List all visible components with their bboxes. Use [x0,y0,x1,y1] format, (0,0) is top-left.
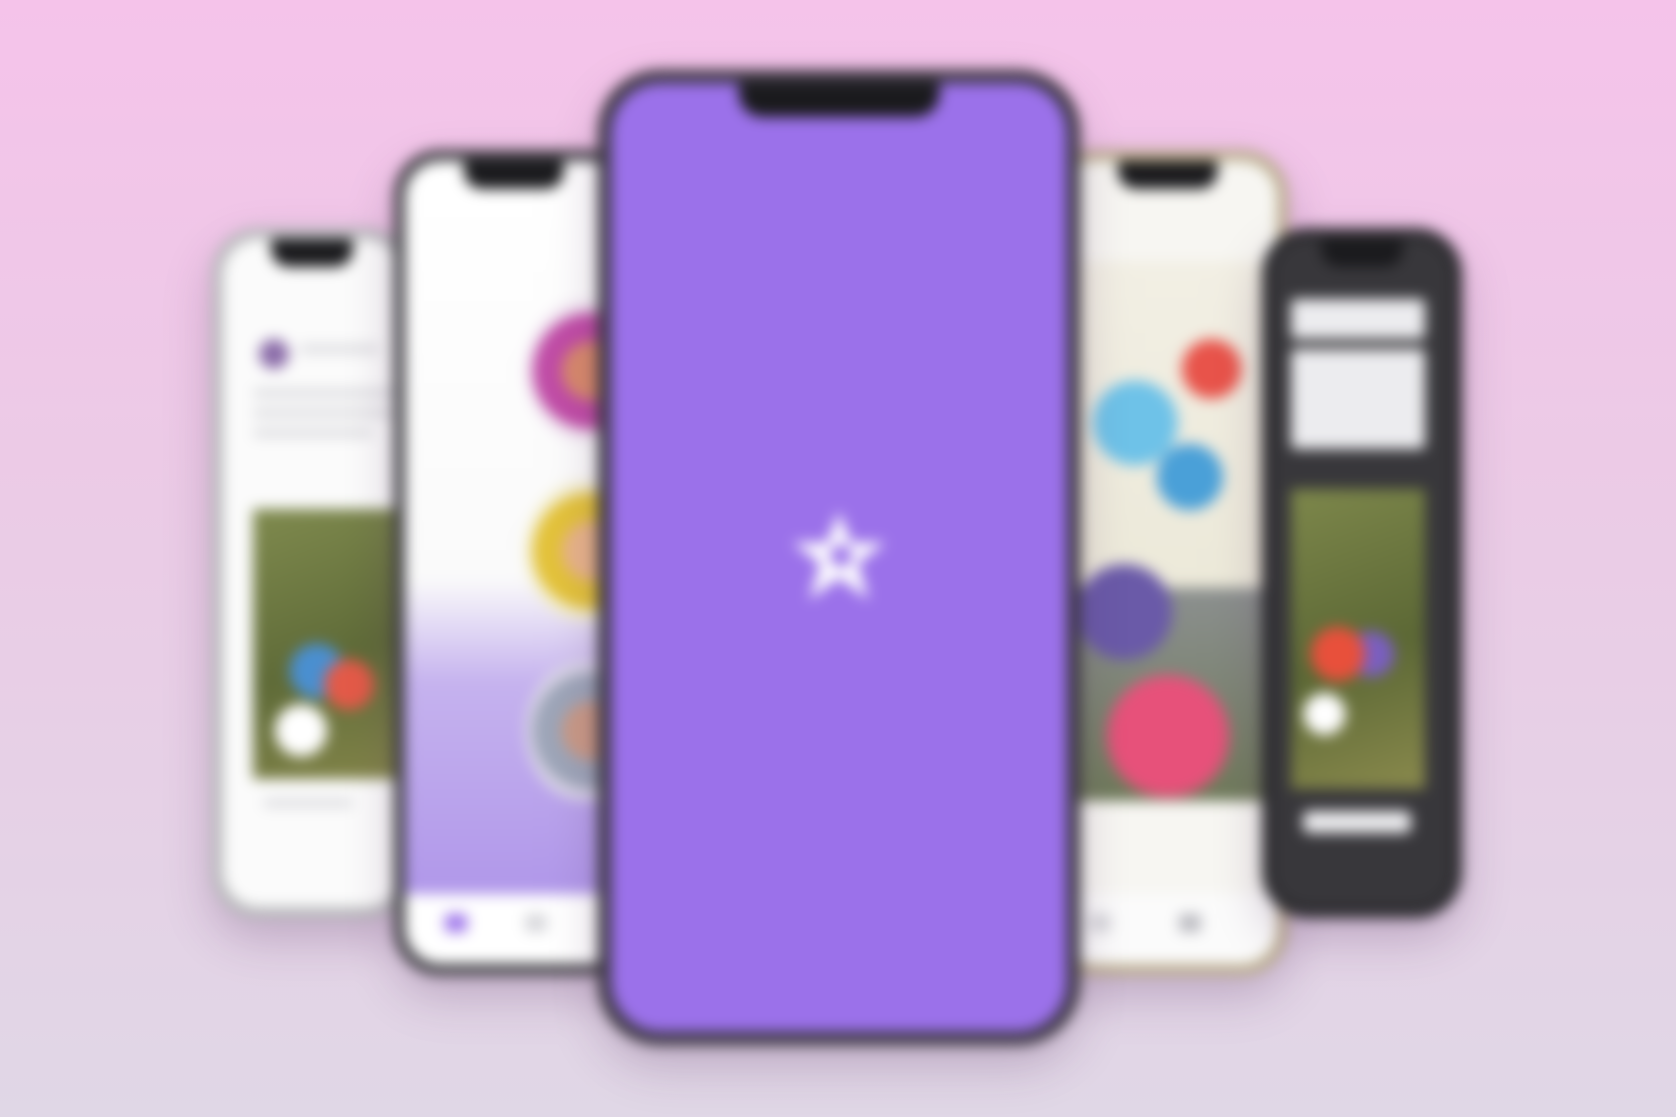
feed-post-screen [223,239,401,907]
phone-notch [738,83,940,117]
profile-circles-screen [405,161,623,964]
photo-collage-screen [1059,161,1277,964]
profile-icon[interactable] [1179,914,1201,932]
avatar [259,339,289,369]
text-card [1291,349,1425,449]
text-line [263,799,353,807]
phone-far-right [1262,228,1462,918]
photo-collage[interactable] [1059,261,1277,801]
action-button[interactable] [1303,811,1411,833]
post-photo[interactable] [253,509,401,779]
text-line [299,345,379,353]
text-card [1291,299,1425,339]
phone-notch [463,161,565,189]
phone-right [1048,150,1288,975]
tab-bar [1059,894,1277,964]
phone-notch [1321,239,1403,267]
text-line [253,409,393,417]
text-line [253,429,373,437]
phone-notch [271,239,353,267]
phone-far-left [212,228,412,918]
search-icon[interactable] [525,914,547,932]
home-icon[interactable] [445,914,467,932]
tab-bar [405,894,623,964]
star-logo-icon [792,511,886,600]
post-photo[interactable] [1291,489,1425,789]
phone-mockup-stage [0,0,1676,1117]
text-line [253,389,401,397]
dark-post-screen [1273,239,1451,907]
bookmark-icon[interactable] [1089,914,1111,932]
phone-center [598,70,1080,1045]
phone-notch [1117,161,1219,189]
splash-screen [611,83,1067,1032]
